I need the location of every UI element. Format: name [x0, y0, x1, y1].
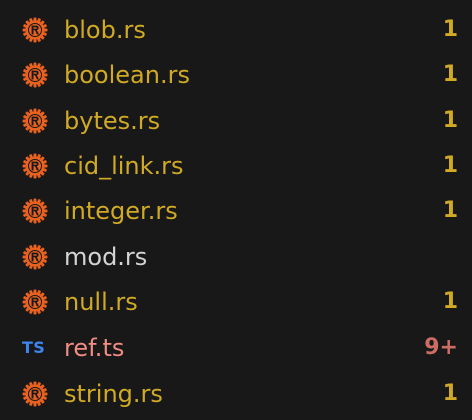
rust-icon: [22, 17, 48, 43]
problem-count-badge: 1: [442, 288, 458, 314]
rust-icon: [22, 198, 48, 224]
file-row-cid-link[interactable]: cid_link.rs 1: [0, 143, 472, 188]
problem-count-badge: 1: [442, 61, 458, 87]
problem-count-badge: 1: [442, 107, 458, 133]
file-row-mod[interactable]: mod.rs: [0, 234, 472, 279]
problem-count-badge: 1: [442, 152, 458, 178]
problem-count-badge: 1: [442, 16, 458, 42]
file-name: bytes.rs: [64, 106, 161, 135]
rust-icon: [22, 62, 48, 88]
rust-icon: [22, 381, 48, 407]
file-name: boolean.rs: [64, 60, 190, 89]
rust-icon: [22, 289, 48, 315]
file-name: blob.rs: [64, 15, 146, 44]
file-tree: blob.rs 1 boolean.rs 1 bytes.rs 1 cid_li…: [0, 0, 472, 420]
file-name: integer.rs: [64, 196, 178, 225]
problem-count-badge: 9+: [424, 334, 458, 360]
file-row-null[interactable]: null.rs 1: [0, 279, 472, 324]
file-row-string[interactable]: string.rs 1: [0, 371, 472, 416]
file-name: mod.rs: [64, 242, 148, 271]
file-name: ref.ts: [64, 333, 125, 362]
problem-count-badge: 1: [442, 197, 458, 223]
file-name: null.rs: [64, 287, 138, 316]
file-row-integer[interactable]: integer.rs 1: [0, 188, 472, 233]
file-name: string.rs: [64, 379, 163, 408]
file-row-boolean[interactable]: boolean.rs 1: [0, 52, 472, 97]
rust-icon: [22, 108, 48, 134]
rust-icon: [22, 244, 48, 270]
file-row-ref[interactable]: TS ref.ts 9+: [0, 325, 472, 370]
file-row-blob[interactable]: blob.rs 1: [0, 7, 472, 52]
file-row-bytes[interactable]: bytes.rs 1: [0, 98, 472, 143]
typescript-icon: TS: [22, 338, 46, 357]
file-name: cid_link.rs: [64, 151, 184, 180]
problem-count-badge: 1: [442, 380, 458, 406]
rust-icon: [22, 153, 48, 179]
